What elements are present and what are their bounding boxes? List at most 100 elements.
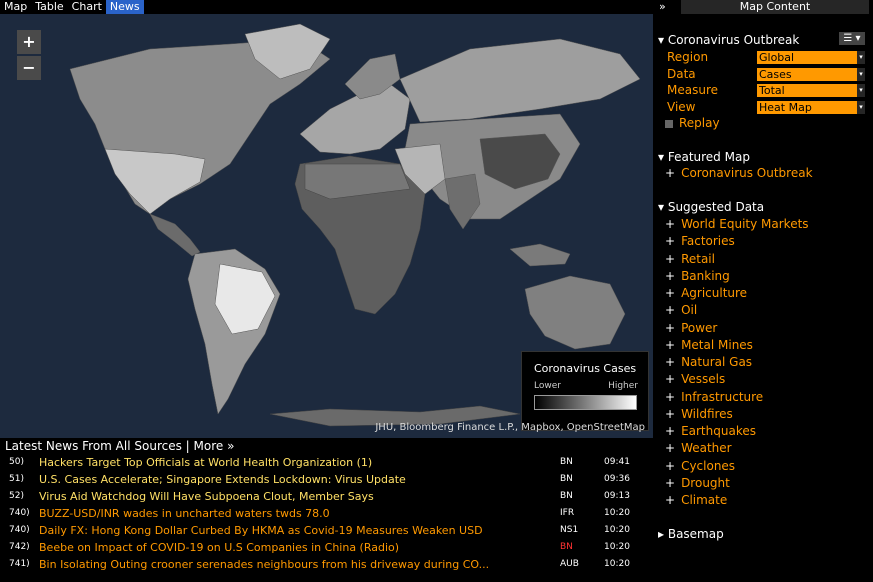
plus-icon[interactable]: + <box>665 459 675 473</box>
news-time: 10:20 <box>604 542 630 552</box>
plus-icon[interactable]: + <box>665 286 675 300</box>
news-row[interactable]: 740) Daily FX: Hong Kong Dollar Curbed By… <box>0 522 653 539</box>
outbreak-section-header[interactable]: ▾ Coronavirus Outbreak <box>658 33 799 47</box>
featured-section-header[interactable]: ▾ Featured Map <box>658 150 750 164</box>
list-item[interactable]: + Climate <box>665 493 727 507</box>
view-tabs: Map Table Chart News <box>0 0 144 14</box>
land-central-america <box>149 213 201 257</box>
plus-icon[interactable]: + <box>665 355 675 369</box>
plus-icon[interactable]: + <box>665 269 675 283</box>
list-item[interactable]: + World Equity Markets <box>665 217 809 231</box>
news-time: 09:41 <box>604 457 630 467</box>
menu-icon[interactable]: ☰ ▾ <box>839 32 865 45</box>
news-row[interactable]: 52) Virus Aid Watchdog Will Have Subpoena… <box>0 488 653 505</box>
plus-icon[interactable]: + <box>665 390 675 404</box>
plus-icon[interactable]: + <box>665 476 675 490</box>
list-item[interactable]: + Infrastructure <box>665 390 763 404</box>
dropdown-arrow-icon[interactable]: ▾ <box>857 51 865 64</box>
list-item[interactable]: + Metal Mines <box>665 338 753 352</box>
list-item[interactable]: + Banking <box>665 269 730 283</box>
field-select-region[interactable]: Global ▾ <box>757 51 865 64</box>
list-item[interactable]: + Weather <box>665 441 732 455</box>
tab-table[interactable]: Table <box>31 0 67 14</box>
news-row-number: 52) <box>9 491 24 501</box>
list-item[interactable]: + Drought <box>665 476 730 490</box>
plus-icon[interactable]: + <box>665 321 675 335</box>
collapse-icon[interactable]: » <box>659 0 666 14</box>
news-headline[interactable]: Beebe on Impact of COVID-19 on U.S Compa… <box>39 539 544 556</box>
plus-icon[interactable]: + <box>665 166 675 180</box>
dropdown-arrow-icon[interactable]: ▾ <box>857 84 865 97</box>
plus-icon[interactable]: + <box>665 372 675 386</box>
plus-icon[interactable]: + <box>665 217 675 231</box>
checkbox-icon[interactable] <box>665 119 673 128</box>
replay-toggle[interactable]: Replay <box>665 116 720 130</box>
news-time: 10:20 <box>604 525 630 535</box>
list-item[interactable]: + Retail <box>665 252 715 266</box>
news-row-number: 740) <box>9 525 30 535</box>
dropdown-arrow-icon[interactable]: ▾ <box>857 100 865 114</box>
legend-title: Coronavirus Cases <box>534 362 637 375</box>
legend-low-label: Lower <box>534 381 561 391</box>
news-row[interactable]: 742) Beebe on Impact of COVID-19 on U.S C… <box>0 539 653 556</box>
news-row[interactable]: 50) Hackers Target Top Officials at World… <box>0 454 653 471</box>
list-item[interactable]: + Vessels <box>665 372 725 386</box>
news-source: AUB <box>560 559 579 569</box>
plus-icon[interactable]: + <box>665 303 675 317</box>
list-item-label: World Equity Markets <box>681 217 809 231</box>
news-headline[interactable]: Virus Aid Watchdog Will Have Subpoena Cl… <box>39 488 544 505</box>
field-select-view[interactable]: Heat Map ▾ <box>757 100 865 114</box>
tab-map[interactable]: Map <box>0 0 31 14</box>
news-headline[interactable]: Daily FX: Hong Kong Dollar Curbed By HKM… <box>39 522 544 539</box>
list-item[interactable]: + Cyclones <box>665 459 735 473</box>
select-value: Total <box>759 84 785 97</box>
news-header[interactable]: Latest News From All Sources | More » <box>0 438 653 454</box>
field-label-region: Region <box>667 50 709 64</box>
tab-news[interactable]: News <box>105 0 144 14</box>
plus-icon[interactable]: + <box>665 338 675 352</box>
news-list: 50) Hackers Target Top Officials at World… <box>0 454 653 573</box>
news-time: 10:20 <box>604 559 630 569</box>
field-select-data[interactable]: Cases ▾ <box>757 67 865 81</box>
news-headline[interactable]: U.S. Cases Accelerate; Singapore Extends… <box>39 471 544 488</box>
news-row[interactable]: 741) Bin Isolating Outing crooner serenad… <box>0 556 653 573</box>
zoom-out-button[interactable]: − <box>17 56 41 80</box>
field-label-measure: Measure <box>667 83 718 97</box>
news-time: 09:13 <box>604 491 630 501</box>
news-headline[interactable]: BUZZ-USD/INR wades in uncharted waters t… <box>39 505 544 522</box>
list-item[interactable]: + Factories <box>665 234 735 248</box>
list-item[interactable]: + Oil <box>665 303 697 317</box>
suggested-section-header[interactable]: ▾ Suggested Data <box>658 200 764 214</box>
news-row-number: 51) <box>9 474 24 484</box>
list-item[interactable]: + Agriculture <box>665 286 747 300</box>
basemap-section-header[interactable]: ▸ Basemap <box>658 527 724 541</box>
news-source: BN <box>560 474 573 484</box>
list-item[interactable]: + Coronavirus Outbreak <box>665 166 813 180</box>
legend-gradient-bar <box>534 395 637 410</box>
plus-icon[interactable]: + <box>665 252 675 266</box>
zoom-in-button[interactable]: + <box>17 30 41 54</box>
list-item[interactable]: + Wildfires <box>665 407 733 421</box>
list-item[interactable]: + Natural Gas <box>665 355 752 369</box>
dropdown-arrow-icon[interactable]: ▾ <box>857 67 865 81</box>
news-row-number: 741) <box>9 559 30 569</box>
list-item-label: Earthquakes <box>681 424 756 438</box>
list-item[interactable]: + Power <box>665 321 717 335</box>
land-europe <box>299 83 411 155</box>
news-source: BN <box>560 457 573 467</box>
plus-icon[interactable]: + <box>665 234 675 248</box>
news-row[interactable]: 740) BUZZ-USD/INR wades in uncharted wate… <box>0 505 653 522</box>
field-select-measure[interactable]: Total ▾ <box>757 84 865 97</box>
tab-chart[interactable]: Chart <box>68 0 106 14</box>
plus-icon[interactable]: + <box>665 493 675 507</box>
list-item[interactable]: + Earthquakes <box>665 424 756 438</box>
world-map[interactable]: + − Coronavirus Cases Lower Higher JHU, … <box>0 14 653 438</box>
plus-icon[interactable]: + <box>665 424 675 438</box>
news-source: NS1 <box>560 525 579 535</box>
news-headline[interactable]: Bin Isolating Outing crooner serenades n… <box>39 556 544 573</box>
list-item-label: Climate <box>681 493 728 507</box>
plus-icon[interactable]: + <box>665 441 675 455</box>
plus-icon[interactable]: + <box>665 407 675 421</box>
news-headline[interactable]: Hackers Target Top Officials at World He… <box>39 454 544 471</box>
news-row[interactable]: 51) U.S. Cases Accelerate; Singapore Exte… <box>0 471 653 488</box>
